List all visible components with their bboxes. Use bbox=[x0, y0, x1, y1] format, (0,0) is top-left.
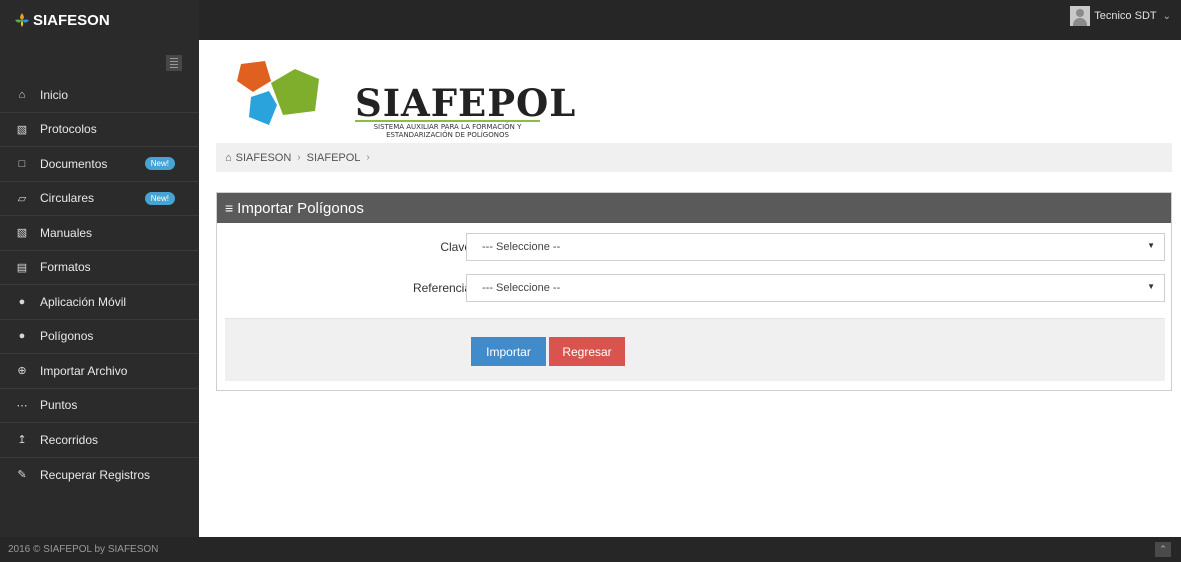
sidebar-item-recuperar-registros[interactable]: ✎ Recuperar Registros bbox=[0, 458, 199, 493]
user-menu[interactable]: Tecnico SDT ⌄ bbox=[1070, 6, 1171, 26]
wrench-icon: ✎ bbox=[17, 469, 27, 482]
sidebar-item-puntos[interactable]: ⋯ Puntos bbox=[0, 389, 199, 423]
sidebar-toggle-icon[interactable] bbox=[166, 55, 182, 71]
brand[interactable]: SIAFESON bbox=[0, 0, 199, 40]
sidebar-item-importar-archivo[interactable]: ⊕ Importar Archivo bbox=[0, 354, 199, 389]
back-button[interactable]: Regresar bbox=[549, 337, 625, 366]
logo-subtitle-line1: SISTEMA AUXILIAR PARA LA FORMACIÓN Y bbox=[373, 123, 522, 131]
user-name: Tecnico SDT bbox=[1094, 10, 1157, 22]
folder-icon: □ bbox=[18, 157, 26, 170]
logo-underline bbox=[355, 120, 540, 122]
avatar bbox=[1070, 6, 1091, 26]
logo-title: SIAFEPOL bbox=[355, 81, 577, 125]
clave-select-value: --- Seleccione -- bbox=[482, 241, 561, 253]
scroll-top-icon[interactable]: ⌃ bbox=[1155, 542, 1171, 557]
sidebar-item-poligonos[interactable]: ● Polígonos bbox=[0, 320, 199, 354]
file-icon: ▤ bbox=[16, 261, 28, 274]
new-badge: New! bbox=[144, 157, 175, 170]
form-actions: Importar Regresar bbox=[225, 318, 1165, 381]
brand-name: SIAFESON bbox=[33, 11, 110, 29]
chevron-right-icon: › bbox=[366, 152, 370, 163]
plus-circle-icon: ⊕ bbox=[17, 365, 27, 378]
import-panel: ≡ Importar Polígonos Clave --- Seleccion… bbox=[216, 192, 1172, 391]
breadcrumb: ⌂ SIAFESON › SIAFEPOL › bbox=[216, 143, 1172, 172]
new-badge: New! bbox=[144, 191, 175, 205]
home-icon: ⌂ bbox=[18, 88, 26, 101]
referencia-label: Referencia bbox=[412, 281, 471, 295]
dropdown-arrow-icon: ▼ bbox=[1147, 241, 1155, 250]
sidebar-item-label: Formatos bbox=[40, 260, 91, 275]
sidebar-item-label: Protocolos bbox=[40, 122, 97, 137]
sidebar-item-label: Importar Archivo bbox=[40, 363, 128, 378]
list-icon: ≡ bbox=[225, 200, 234, 216]
folder-open-icon: ▱ bbox=[17, 192, 27, 205]
sidebar-menu: ⌂ Inicio ▧ Protocolos □ Documentos New! … bbox=[0, 78, 199, 492]
sidebar-item-label: Aplicación Móvil bbox=[40, 294, 127, 309]
book-icon: ▧ bbox=[16, 227, 28, 240]
breadcrumb-item-siafeson[interactable]: SIAFESON bbox=[236, 152, 292, 164]
sidebar-item-label: Inicio bbox=[40, 87, 69, 102]
referencia-select[interactable]: --- Seleccione -- ▼ bbox=[466, 274, 1165, 302]
dropdown-arrow-icon: ▼ bbox=[1147, 282, 1155, 291]
breadcrumb-item-siafepol[interactable]: SIAFEPOL bbox=[307, 152, 361, 164]
sidebar-item-label: Circulares bbox=[40, 191, 95, 206]
siafepol-logo: SIAFEPOL SISTEMA AUXILIAR PARA LA FORMAC… bbox=[235, 59, 575, 139]
sidebar-item-label: Recuperar Registros bbox=[40, 467, 151, 482]
import-button[interactable]: Importar bbox=[471, 337, 546, 366]
sidebar: ⌂ Inicio ▧ Protocolos □ Documentos New! … bbox=[0, 40, 199, 537]
arrow-up-icon: ↥ bbox=[17, 434, 27, 447]
home-icon[interactable]: ⌂ bbox=[225, 152, 232, 164]
sidebar-item-label: Recorridos bbox=[40, 432, 99, 447]
clave-select[interactable]: --- Seleccione -- ▼ bbox=[466, 233, 1165, 261]
footer: 2016 © SIAFEPOL by SIAFESON ⌃ bbox=[0, 537, 1181, 562]
android-icon: ● bbox=[18, 295, 26, 308]
form-row-clave: Clave --- Seleccione -- ▼ bbox=[217, 233, 1171, 261]
chevron-right-icon: › bbox=[297, 152, 301, 163]
logo-shapes-icon bbox=[237, 61, 319, 125]
sidebar-item-protocolos[interactable]: ▧ Protocolos bbox=[0, 113, 199, 147]
top-navbar: SIAFESON Tecnico SDT ⌄ bbox=[0, 0, 1181, 40]
sidebar-item-label: Manuales bbox=[40, 225, 93, 240]
sidebar-item-manuales[interactable]: ▧ Manuales bbox=[0, 216, 199, 251]
logo-subtitle-line2: ESTANDARIZACIÓN DE POLÍGONOS bbox=[386, 131, 509, 139]
sidebar-item-formatos[interactable]: ▤ Formatos bbox=[0, 251, 199, 285]
spinner-icon: ⋯ bbox=[16, 399, 28, 412]
sidebar-item-aplicacion-movil[interactable]: ● Aplicación Móvil bbox=[0, 285, 199, 320]
footer-text: 2016 © SIAFEPOL by SIAFESON bbox=[8, 544, 159, 555]
form-row-referencia: Referencia --- Seleccione -- ▼ bbox=[217, 274, 1171, 302]
sidebar-item-inicio[interactable]: ⌂ Inicio bbox=[0, 78, 199, 113]
sidebar-item-label: Puntos bbox=[40, 398, 78, 413]
circle-icon: ● bbox=[18, 330, 26, 343]
brand-logo-icon bbox=[15, 13, 29, 27]
sidebar-item-label: Documentos bbox=[40, 156, 108, 171]
chevron-down-icon: ⌄ bbox=[1162, 10, 1171, 22]
referencia-select-value: --- Seleccione -- bbox=[482, 282, 561, 294]
book-icon: ▧ bbox=[16, 123, 28, 136]
sidebar-item-circulares[interactable]: ▱ Circulares New! bbox=[0, 182, 199, 216]
logo-subtitle: SISTEMA AUXILIAR PARA LA FORMACIÓN Y EST… bbox=[355, 123, 540, 139]
sidebar-item-documentos[interactable]: □ Documentos New! bbox=[0, 147, 199, 182]
main-content: SIAFEPOL SISTEMA AUXILIAR PARA LA FORMAC… bbox=[199, 40, 1181, 537]
panel-header: ≡ Importar Polígonos bbox=[217, 193, 1171, 223]
sidebar-item-recorridos[interactable]: ↥ Recorridos bbox=[0, 423, 199, 458]
sidebar-item-label: Polígonos bbox=[40, 329, 94, 344]
panel-title: Importar Polígonos bbox=[237, 199, 364, 217]
